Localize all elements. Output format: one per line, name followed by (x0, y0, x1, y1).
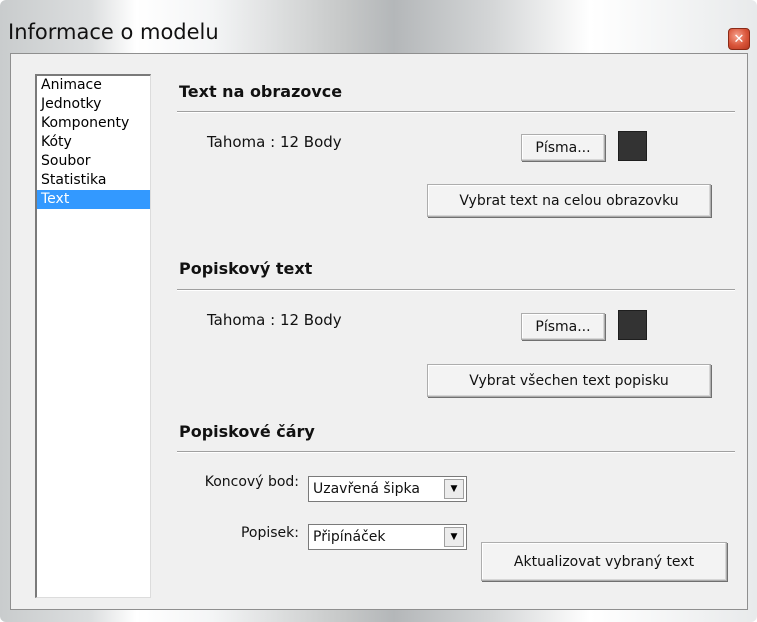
list-item-text[interactable]: Text (37, 190, 150, 209)
label-text-heading: Popiskový text (179, 259, 313, 278)
label-label: Popisek: (240, 525, 299, 541)
chevron-down-icon: ▼ (450, 483, 458, 494)
list-item-koty[interactable]: Kóty (37, 133, 150, 152)
endpoint-label: Koncový bod: (204, 474, 299, 490)
list-item-soubor[interactable]: Soubor (37, 152, 150, 171)
model-info-dialog: Informace o modelu ✕ Animace Jednotky Ko… (0, 0, 757, 622)
label-text-fonts-button[interactable]: Písma... (521, 313, 605, 340)
endpoint-dropdown-button[interactable]: ▼ (444, 479, 464, 499)
screen-text-heading: Text na obrazovce (179, 82, 343, 101)
update-selected-text-button[interactable]: Aktualizovat vybraný text (481, 542, 727, 581)
label-text-font: Tahoma : 12 Body (207, 311, 342, 329)
select-screen-text-button[interactable]: Vybrat text na celou obrazovku (427, 184, 711, 217)
list-item-animace[interactable]: Animace (37, 76, 150, 95)
separator-leader-lines (177, 451, 735, 453)
screen-text-font: Tahoma : 12 Body (207, 133, 342, 151)
leader-lines-heading: Popiskové čáry (179, 422, 315, 441)
list-item-jednotky[interactable]: Jednotky (37, 95, 150, 114)
close-button[interactable]: ✕ (728, 28, 750, 50)
separator-screen-text (177, 111, 735, 113)
endpoint-select[interactable]: Uzavřená šipka ▼ (308, 476, 467, 502)
dialog-client-area: Animace Jednotky Komponenty Kóty Soubor … (10, 53, 748, 610)
close-icon: ✕ (733, 31, 745, 47)
screen-text-fonts-button[interactable]: Písma... (521, 134, 605, 161)
separator-label-text (177, 289, 735, 291)
screen-text-color-swatch[interactable] (618, 131, 647, 161)
window-title: Informace o modelu (8, 20, 219, 44)
list-item-statistika[interactable]: Statistika (37, 171, 150, 190)
chevron-down-icon: ▼ (450, 531, 458, 542)
title-bar[interactable]: Informace o modelu ✕ (0, 0, 757, 52)
label-style-dropdown-button[interactable]: ▼ (444, 527, 464, 547)
category-list[interactable]: Animace Jednotky Komponenty Kóty Soubor … (35, 74, 151, 598)
list-item-komponenty[interactable]: Komponenty (37, 114, 150, 133)
endpoint-select-value: Uzavřená šipka (313, 481, 420, 497)
select-label-text-button[interactable]: Vybrat všechen text popisku (427, 364, 711, 397)
label-text-color-swatch[interactable] (618, 310, 647, 340)
label-style-select[interactable]: Připínáček ▼ (308, 524, 467, 550)
label-style-select-value: Připínáček (313, 529, 386, 545)
